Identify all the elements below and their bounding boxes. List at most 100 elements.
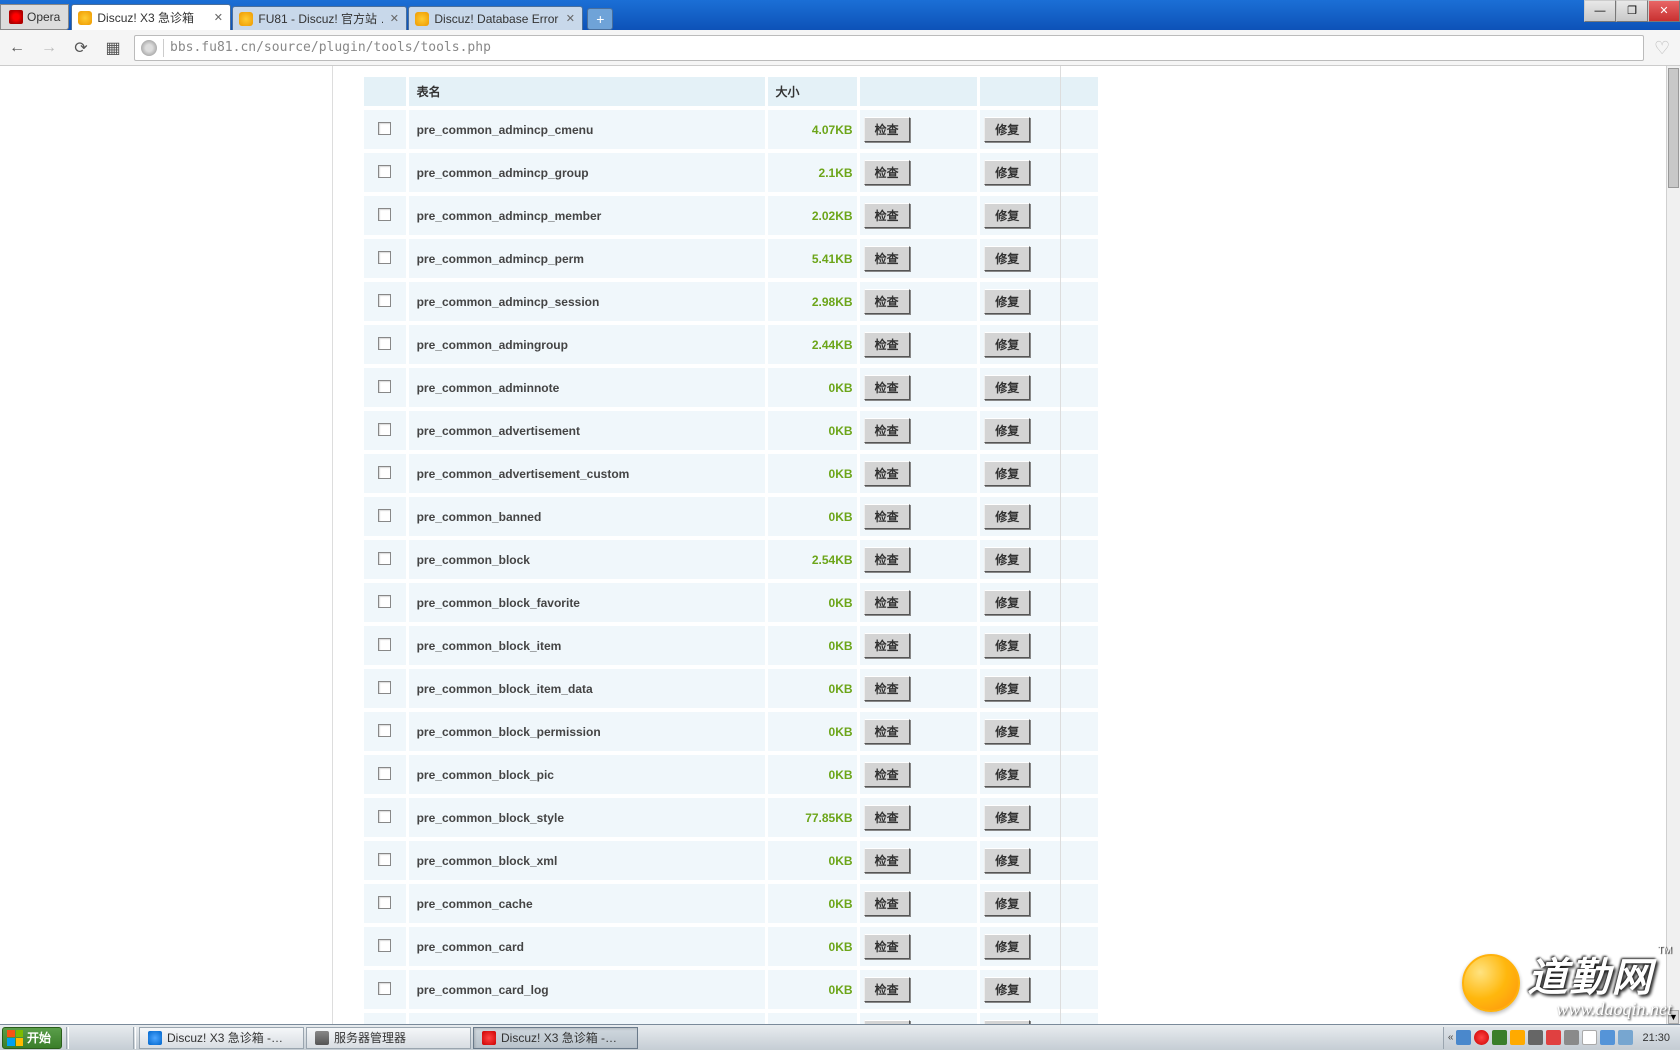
minimize-button[interactable]: —	[1584, 0, 1616, 22]
repair-button[interactable]: 修复	[984, 117, 1030, 142]
repair-button[interactable]: 修复	[984, 891, 1030, 916]
volume-icon[interactable]	[1618, 1030, 1633, 1045]
tray-expand-icon[interactable]: «	[1448, 1032, 1454, 1043]
repair-button[interactable]: 修复	[984, 461, 1030, 486]
row-checkbox[interactable]	[378, 896, 391, 909]
check-button[interactable]: 检查	[864, 934, 910, 959]
repair-button[interactable]: 修复	[984, 504, 1030, 529]
check-button[interactable]: 检查	[864, 246, 910, 271]
check-button[interactable]: 检查	[864, 590, 910, 615]
repair-button[interactable]: 修复	[984, 848, 1030, 873]
tray-icon-6[interactable]	[1546, 1030, 1561, 1045]
start-button[interactable]: 开始	[2, 1027, 62, 1049]
tray-icon-2[interactable]	[1474, 1030, 1489, 1045]
row-checkbox[interactable]	[378, 466, 391, 479]
maximize-button[interactable]: ❐	[1616, 0, 1648, 22]
repair-button[interactable]: 修复	[984, 160, 1030, 185]
check-button[interactable]: 检查	[864, 461, 910, 486]
row-checkbox[interactable]	[378, 681, 391, 694]
reload-button[interactable]: ⟳	[70, 37, 92, 59]
taskbar-item[interactable]: Discuz! X3 急诊箱 -…	[473, 1027, 638, 1049]
vertical-scrollbar[interactable]: ▼	[1666, 66, 1680, 1024]
repair-button[interactable]: 修复	[984, 934, 1030, 959]
favorite-icon[interactable]: ♡	[1654, 38, 1674, 58]
check-button[interactable]: 检查	[864, 762, 910, 787]
row-checkbox[interactable]	[378, 294, 391, 307]
row-checkbox[interactable]	[378, 251, 391, 264]
browser-tab[interactable]: Discuz! Database Error…✕	[408, 6, 583, 30]
repair-button[interactable]: 修复	[984, 547, 1030, 572]
check-button[interactable]: 检查	[864, 891, 910, 916]
close-button[interactable]: ✕	[1648, 0, 1680, 22]
repair-button[interactable]: 修复	[984, 203, 1030, 228]
check-button[interactable]: 检查	[864, 633, 910, 658]
new-tab-button[interactable]: +	[587, 8, 613, 30]
check-button[interactable]: 检查	[864, 375, 910, 400]
tray-icon-9[interactable]	[1600, 1030, 1615, 1045]
check-button[interactable]: 检查	[864, 332, 910, 357]
scrollbar-thumb[interactable]	[1668, 68, 1679, 188]
row-checkbox[interactable]	[378, 380, 391, 393]
speed-dial-button[interactable]: ▦	[102, 37, 124, 59]
row-checkbox[interactable]	[378, 165, 391, 178]
row-checkbox[interactable]	[378, 552, 391, 565]
repair-button[interactable]: 修复	[984, 332, 1030, 357]
repair-button[interactable]: 修复	[984, 805, 1030, 830]
row-checkbox[interactable]	[378, 724, 391, 737]
row-checkbox[interactable]	[378, 337, 391, 350]
check-button[interactable]: 检查	[864, 805, 910, 830]
row-checkbox[interactable]	[378, 423, 391, 436]
row-checkbox[interactable]	[378, 810, 391, 823]
repair-button[interactable]: 修复	[984, 590, 1030, 615]
check-button[interactable]: 检查	[864, 203, 910, 228]
clock[interactable]: 21:30	[1636, 1032, 1676, 1044]
row-checkbox[interactable]	[378, 939, 391, 952]
tray-icon-4[interactable]	[1510, 1030, 1525, 1045]
url-field[interactable]: bbs.fu81.cn/source/plugin/tools/tools.ph…	[134, 35, 1644, 61]
url-text: bbs.fu81.cn/source/plugin/tools/tools.ph…	[170, 40, 491, 55]
check-button[interactable]: 检查	[864, 418, 910, 443]
row-checkbox[interactable]	[378, 509, 391, 522]
row-checkbox[interactable]	[378, 122, 391, 135]
tab-close-icon[interactable]: ✕	[564, 13, 576, 25]
browser-tab[interactable]: FU81 - Discuz! 官方站 …✕	[232, 6, 407, 30]
tray-icon-1[interactable]	[1456, 1030, 1471, 1045]
taskbar-item[interactable]: Discuz! X3 急诊箱 -…	[139, 1027, 304, 1049]
tray-icon-8[interactable]	[1582, 1030, 1597, 1045]
repair-button[interactable]: 修复	[984, 246, 1030, 271]
repair-button[interactable]: 修复	[984, 676, 1030, 701]
tray-icon-7[interactable]	[1564, 1030, 1579, 1045]
check-button[interactable]: 检查	[864, 848, 910, 873]
check-button[interactable]: 检查	[864, 547, 910, 572]
row-checkbox[interactable]	[378, 982, 391, 995]
repair-button[interactable]: 修复	[984, 977, 1030, 1002]
check-button[interactable]: 检查	[864, 977, 910, 1002]
check-button[interactable]: 检查	[864, 676, 910, 701]
tab-close-icon[interactable]: ✕	[388, 13, 400, 25]
tray-icon-3[interactable]	[1492, 1030, 1507, 1045]
check-button[interactable]: 检查	[864, 719, 910, 744]
repair-button[interactable]: 修复	[984, 289, 1030, 314]
opera-menu-button[interactable]: Opera	[0, 4, 69, 30]
row-checkbox[interactable]	[378, 208, 391, 221]
row-checkbox[interactable]	[378, 767, 391, 780]
tab-close-icon[interactable]: ✕	[212, 12, 224, 24]
watermark-logo-icon	[1462, 954, 1520, 1012]
row-checkbox[interactable]	[378, 638, 391, 651]
row-checkbox[interactable]	[378, 853, 391, 866]
repair-button[interactable]: 修复	[984, 633, 1030, 658]
browser-tab[interactable]: Discuz! X3 急诊箱✕	[71, 4, 231, 30]
check-button[interactable]: 检查	[864, 504, 910, 529]
forward-button[interactable]: →	[38, 37, 60, 59]
check-button[interactable]: 检查	[864, 160, 910, 185]
repair-button[interactable]: 修复	[984, 375, 1030, 400]
tray-icon-5[interactable]	[1528, 1030, 1543, 1045]
repair-button[interactable]: 修复	[984, 719, 1030, 744]
repair-button[interactable]: 修复	[984, 762, 1030, 787]
taskbar-item[interactable]: 服务器管理器	[306, 1027, 471, 1049]
check-button[interactable]: 检查	[864, 117, 910, 142]
row-checkbox[interactable]	[378, 595, 391, 608]
check-button[interactable]: 检查	[864, 289, 910, 314]
back-button[interactable]: ←	[6, 37, 28, 59]
repair-button[interactable]: 修复	[984, 418, 1030, 443]
